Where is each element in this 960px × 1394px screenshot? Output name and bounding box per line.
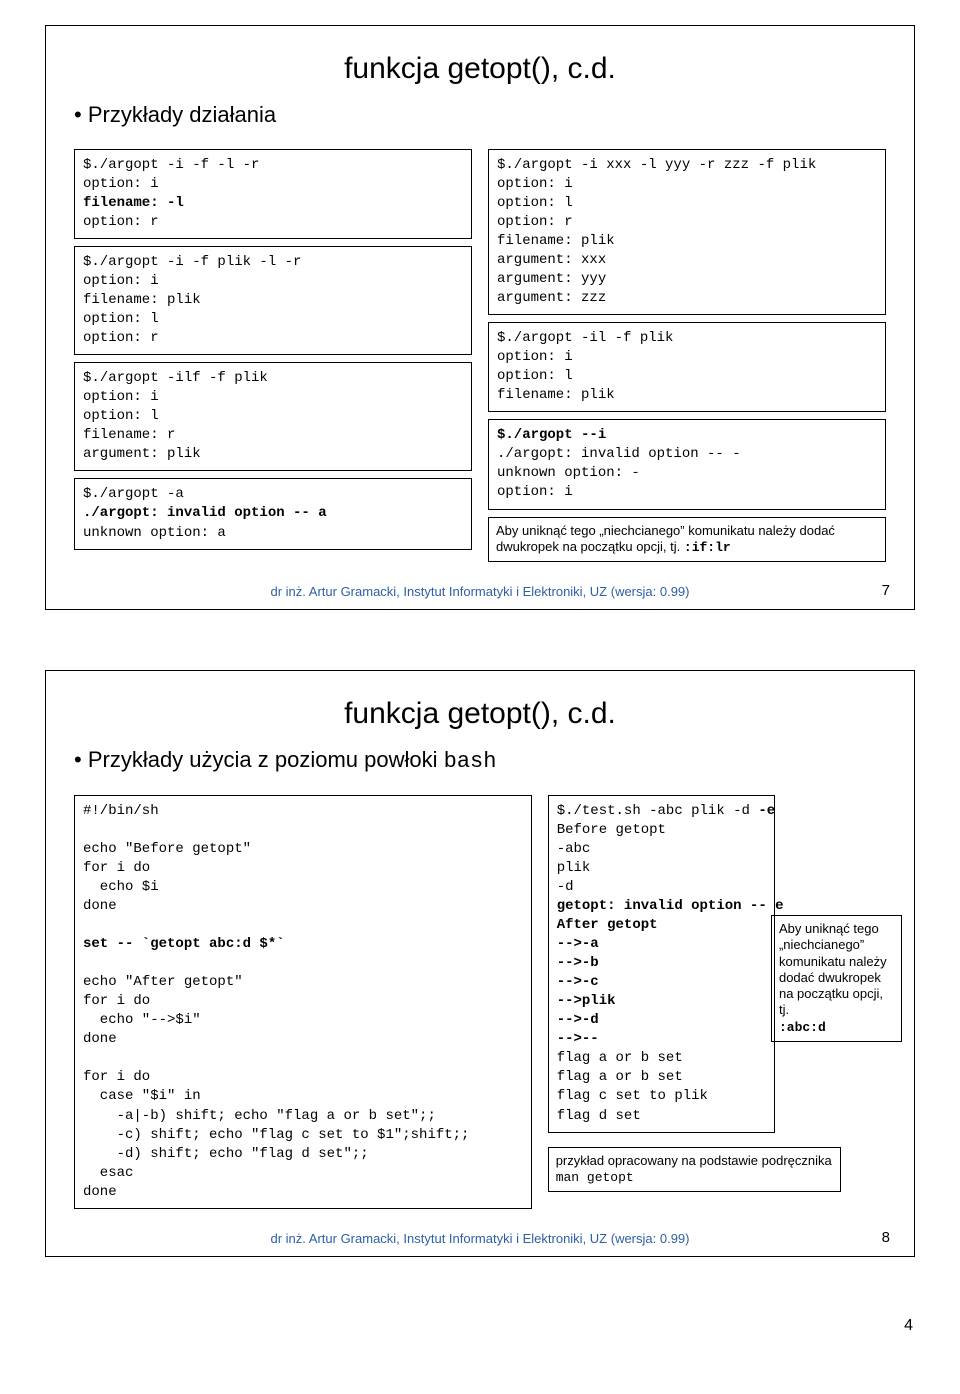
slide-8: funkcja getopt(), c.d. Przykłady użycia … bbox=[45, 670, 915, 1257]
highlight-line: $./argopt --i bbox=[497, 427, 606, 443]
code-box: #!/bin/sh echo "Before getopt" for i do … bbox=[74, 795, 532, 1209]
highlight-opt: -e bbox=[758, 803, 775, 819]
code-box: $./argopt -ilf -f plik option: i option:… bbox=[74, 362, 472, 471]
code-box: $./test.sh -abc plik -d -e Before getopt… bbox=[548, 795, 776, 1133]
slide-bullet: Przykłady użycia z poziomu powłoki bash bbox=[74, 747, 886, 774]
note-text: Aby uniknąć tego „niechcianego” komunika… bbox=[779, 921, 887, 1017]
code-box: $./argopt -i xxx -l yyy -r zzz -f plik o… bbox=[488, 149, 886, 315]
slide-title: funkcja getopt(), c.d. bbox=[74, 697, 886, 731]
highlight-line: ./argopt: invalid option -- a bbox=[83, 505, 327, 521]
left-column: #!/bin/sh echo "Before getopt" for i do … bbox=[74, 788, 532, 1216]
note-code: :if:lr bbox=[684, 540, 731, 555]
note-code: man getopt bbox=[556, 1170, 634, 1185]
mid-text: Before getopt -abc plik -d bbox=[557, 822, 666, 895]
pre-text: $./test.sh -abc plik -d bbox=[557, 803, 759, 819]
columns: #!/bin/sh echo "Before getopt" for i do … bbox=[74, 788, 886, 1216]
columns: $./argopt -i -f -l -r option: i filename… bbox=[74, 142, 886, 569]
bullet-text: Przykłady użycia z poziomu powłoki bbox=[88, 747, 444, 772]
note-text: przykład opracowany na podstawie podręcz… bbox=[556, 1153, 832, 1168]
slide-bullet: Przykłady działania bbox=[74, 102, 886, 128]
slide-title: funkcja getopt(), c.d. bbox=[74, 52, 886, 86]
highlight-line: set -- `getopt abc:d $*` bbox=[83, 936, 285, 952]
note-code: :abc:d bbox=[779, 1020, 826, 1035]
slide-7: funkcja getopt(), c.d. Przykłady działan… bbox=[45, 25, 915, 610]
note-text: Aby uniknąć tego „niechcianego” komunika… bbox=[496, 523, 835, 554]
left-column: $./argopt -i -f -l -r option: i filename… bbox=[74, 142, 472, 569]
code-box: $./argopt --i ./argopt: invalid option -… bbox=[488, 419, 886, 509]
slide-page-number: 8 bbox=[882, 1229, 890, 1246]
note-box: przykład opracowany na podstawie podręcz… bbox=[548, 1147, 841, 1193]
code-box: $./argopt -a ./argopt: invalid option --… bbox=[74, 478, 472, 549]
highlight-line: filename: -l bbox=[83, 195, 184, 211]
code-box: $./argopt -i -f plik -l -r option: i fil… bbox=[74, 246, 472, 355]
right-column: $./argopt -i xxx -l yyy -r zzz -f plik o… bbox=[488, 142, 886, 569]
slide-page-number: 7 bbox=[882, 582, 890, 599]
highlight-block: getopt: invalid option -- e After getopt… bbox=[557, 898, 784, 1047]
right-column: $./test.sh -abc plik -d -e Before getopt… bbox=[548, 788, 886, 1216]
code-box: $./argopt -il -f plik option: i option: … bbox=[488, 322, 886, 412]
tail-text: flag a or b set flag a or b set flag c s… bbox=[557, 1050, 708, 1123]
slide-footer: dr inż. Artur Gramacki, Instytut Informa… bbox=[46, 1231, 914, 1246]
note-box: Aby uniknąć tego „niechcianego” komunika… bbox=[771, 915, 902, 1042]
document-page-number: 4 bbox=[43, 1317, 917, 1335]
bullet-code: bash bbox=[444, 749, 497, 774]
code-box: $./argopt -i -f -l -r option: i filename… bbox=[74, 149, 472, 239]
note-box: Aby uniknąć tego „niechcianego” komunika… bbox=[488, 517, 886, 563]
slide-footer: dr inż. Artur Gramacki, Instytut Informa… bbox=[46, 584, 914, 599]
